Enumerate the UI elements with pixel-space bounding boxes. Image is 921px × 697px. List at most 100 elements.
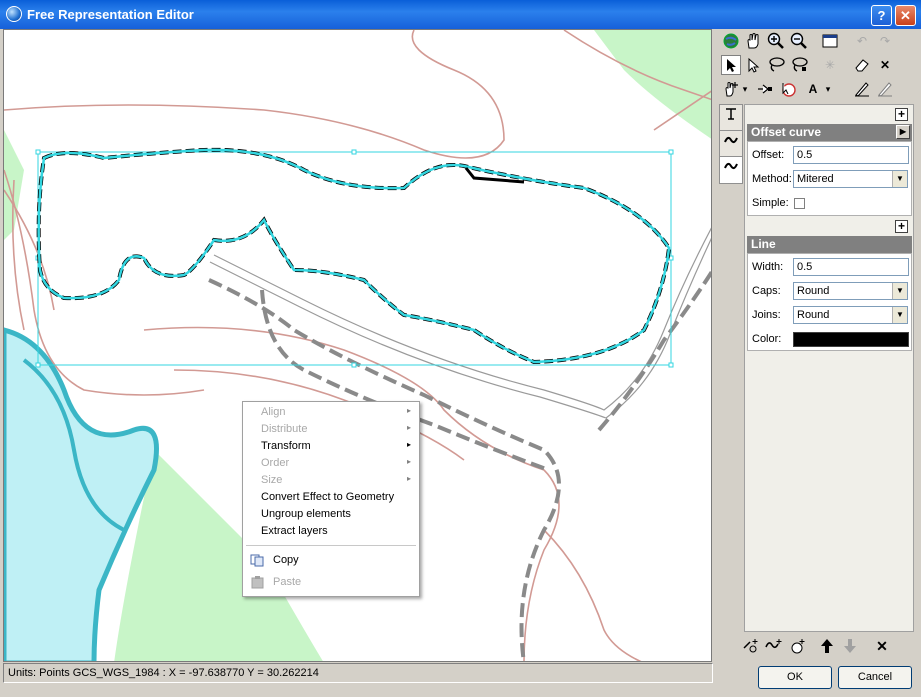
editor-toolbar: ↶ ↷ ✳ ✕ ▾ A ▾	[719, 31, 916, 103]
bbox-handle	[668, 149, 674, 155]
bbox-handle	[35, 149, 41, 155]
remove-icon[interactable]: ✕	[872, 636, 892, 656]
paste-icon	[251, 576, 264, 589]
sparkle-icon[interactable]: ✳	[820, 55, 840, 75]
move-up-icon[interactable]	[817, 636, 837, 656]
caps-label: Caps:	[752, 285, 781, 297]
window-title: Free Representation Editor	[27, 7, 194, 22]
method-value: Mitered	[797, 173, 834, 185]
submenu-arrow-icon: ▸	[407, 423, 412, 432]
chevron-down-icon[interactable]: ▼	[892, 171, 907, 187]
offset-input[interactable]: 0.5	[793, 146, 909, 164]
select-arrow-icon[interactable]	[721, 55, 741, 75]
tab-layer-icon[interactable]	[719, 104, 743, 132]
tab-curve-active-icon[interactable]	[719, 156, 743, 184]
lasso-vertex-icon[interactable]	[789, 55, 809, 75]
bbox-handle	[351, 149, 357, 155]
cancel-button[interactable]: Cancel	[838, 666, 912, 689]
context-menu: Align ▸ Distribute ▸ Transform ▸ Order ▸…	[242, 401, 420, 597]
width-input[interactable]: 0.5	[793, 258, 909, 276]
contour-line	[4, 30, 505, 159]
pen-icon[interactable]	[852, 79, 872, 99]
joins-select[interactable]: Round ▼	[793, 306, 908, 324]
selected-shape-centerline	[37, 148, 671, 364]
direct-select-icon[interactable]	[743, 55, 763, 75]
menu-item-size[interactable]: Size	[261, 473, 282, 488]
caps-select[interactable]: Round ▼	[793, 282, 908, 300]
add-effect-icon[interactable]	[764, 636, 784, 656]
joins-label: Joins:	[752, 309, 781, 321]
pen-alt-icon[interactable]	[875, 79, 895, 99]
submenu-arrow-icon: ▸	[407, 457, 412, 466]
submenu-arrow-icon: ▸	[407, 474, 412, 483]
chevron-down-icon[interactable]: ▼	[892, 307, 907, 323]
menu-item-distribute[interactable]: Distribute	[261, 422, 307, 437]
dashed-road	[597, 269, 711, 432]
move-down-icon[interactable]	[840, 636, 860, 656]
redo-icon[interactable]: ↷	[875, 31, 895, 51]
submenu-arrow-icon: ▸	[407, 440, 412, 449]
menu-item-copy[interactable]: Copy	[273, 553, 299, 568]
menu-item-paste[interactable]: Paste	[273, 575, 301, 590]
line-title: Line	[751, 237, 776, 251]
add-vertex-icon[interactable]	[721, 79, 741, 99]
dropdown-arrow-icon[interactable]: ▾	[739, 79, 751, 99]
eraser-icon[interactable]	[852, 55, 872, 75]
lasso-icon[interactable]	[766, 55, 786, 75]
add-effect-plus-icon[interactable]: +	[895, 108, 908, 121]
method-select[interactable]: Mitered ▼	[793, 170, 908, 188]
zoom-out-icon[interactable]	[789, 31, 809, 51]
full-extent-icon[interactable]	[820, 31, 840, 51]
simple-checkbox[interactable]	[794, 198, 805, 209]
globe-icon[interactable]	[721, 31, 741, 51]
color-swatch[interactable]	[793, 332, 909, 347]
status-bar: Units: Points GCS_WGS_1984 : X = -97.638…	[3, 663, 713, 683]
add-marker-icon[interactable]	[787, 636, 807, 656]
simple-label: Simple:	[752, 197, 789, 209]
add-layer-icon[interactable]	[741, 636, 761, 656]
menu-item-order[interactable]: Order	[261, 456, 289, 471]
menu-item-extract-layers[interactable]: Extract layers	[261, 524, 328, 539]
help-button[interactable]: ?	[871, 5, 892, 26]
offset-curve-header: Offset curve ▶	[747, 124, 912, 141]
offset-curve-title: Offset curve	[751, 125, 822, 139]
map-canvas[interactable]: Align ▸ Distribute ▸ Transform ▸ Order ▸…	[3, 29, 712, 662]
method-label: Method:	[752, 173, 792, 185]
layer-tools: ✕	[741, 636, 916, 658]
offset-curve-section: Offset: 0.5 Method: Mitered ▼ Simple:	[747, 141, 912, 216]
menu-item-align[interactable]: Align	[261, 405, 285, 420]
contour-line	[543, 529, 642, 661]
bbox-handle	[35, 362, 41, 368]
title-bar: Free Representation Editor ? ✕	[0, 0, 921, 29]
joins-value: Round	[797, 309, 830, 321]
close-button[interactable]: ✕	[895, 5, 916, 26]
tab-curve-icon[interactable]	[719, 130, 743, 158]
bbox-handle	[351, 362, 357, 368]
zoom-in-icon[interactable]	[766, 31, 786, 51]
app-globe-icon	[6, 6, 22, 22]
reshape-icon[interactable]	[755, 79, 775, 99]
bbox-handle	[668, 362, 674, 368]
text-a-icon[interactable]: A	[803, 79, 823, 99]
caps-value: Round	[797, 285, 830, 297]
line-section: Width: 0.5 Caps: Round ▼ Joins: Round ▼ …	[747, 253, 912, 351]
undo-icon[interactable]: ↶	[852, 31, 872, 51]
expand-play-icon[interactable]: ▶	[896, 125, 910, 139]
ok-button[interactable]: OK	[758, 666, 832, 689]
line-header: Line	[747, 236, 912, 253]
chevron-down-icon[interactable]: ▼	[892, 283, 907, 299]
menu-item-ungroup[interactable]: Ungroup elements	[261, 507, 351, 522]
delete-x-icon[interactable]: ✕	[875, 55, 895, 75]
submenu-arrow-icon: ▸	[407, 406, 412, 415]
color-label: Color:	[752, 333, 782, 345]
marker-icon[interactable]	[778, 79, 798, 99]
menu-item-convert-effect[interactable]: Convert Effect to Geometry	[261, 490, 394, 505]
width-label: Width:	[752, 261, 784, 273]
offset-label: Offset:	[752, 149, 785, 161]
dropdown-arrow-icon[interactable]: ▾	[822, 79, 834, 99]
copy-icon	[250, 554, 264, 567]
add-layer-plus-icon[interactable]: +	[895, 220, 908, 233]
pan-hand-icon[interactable]	[743, 31, 763, 51]
menu-item-transform[interactable]: Transform	[261, 439, 311, 454]
vegetation-area	[594, 30, 711, 139]
